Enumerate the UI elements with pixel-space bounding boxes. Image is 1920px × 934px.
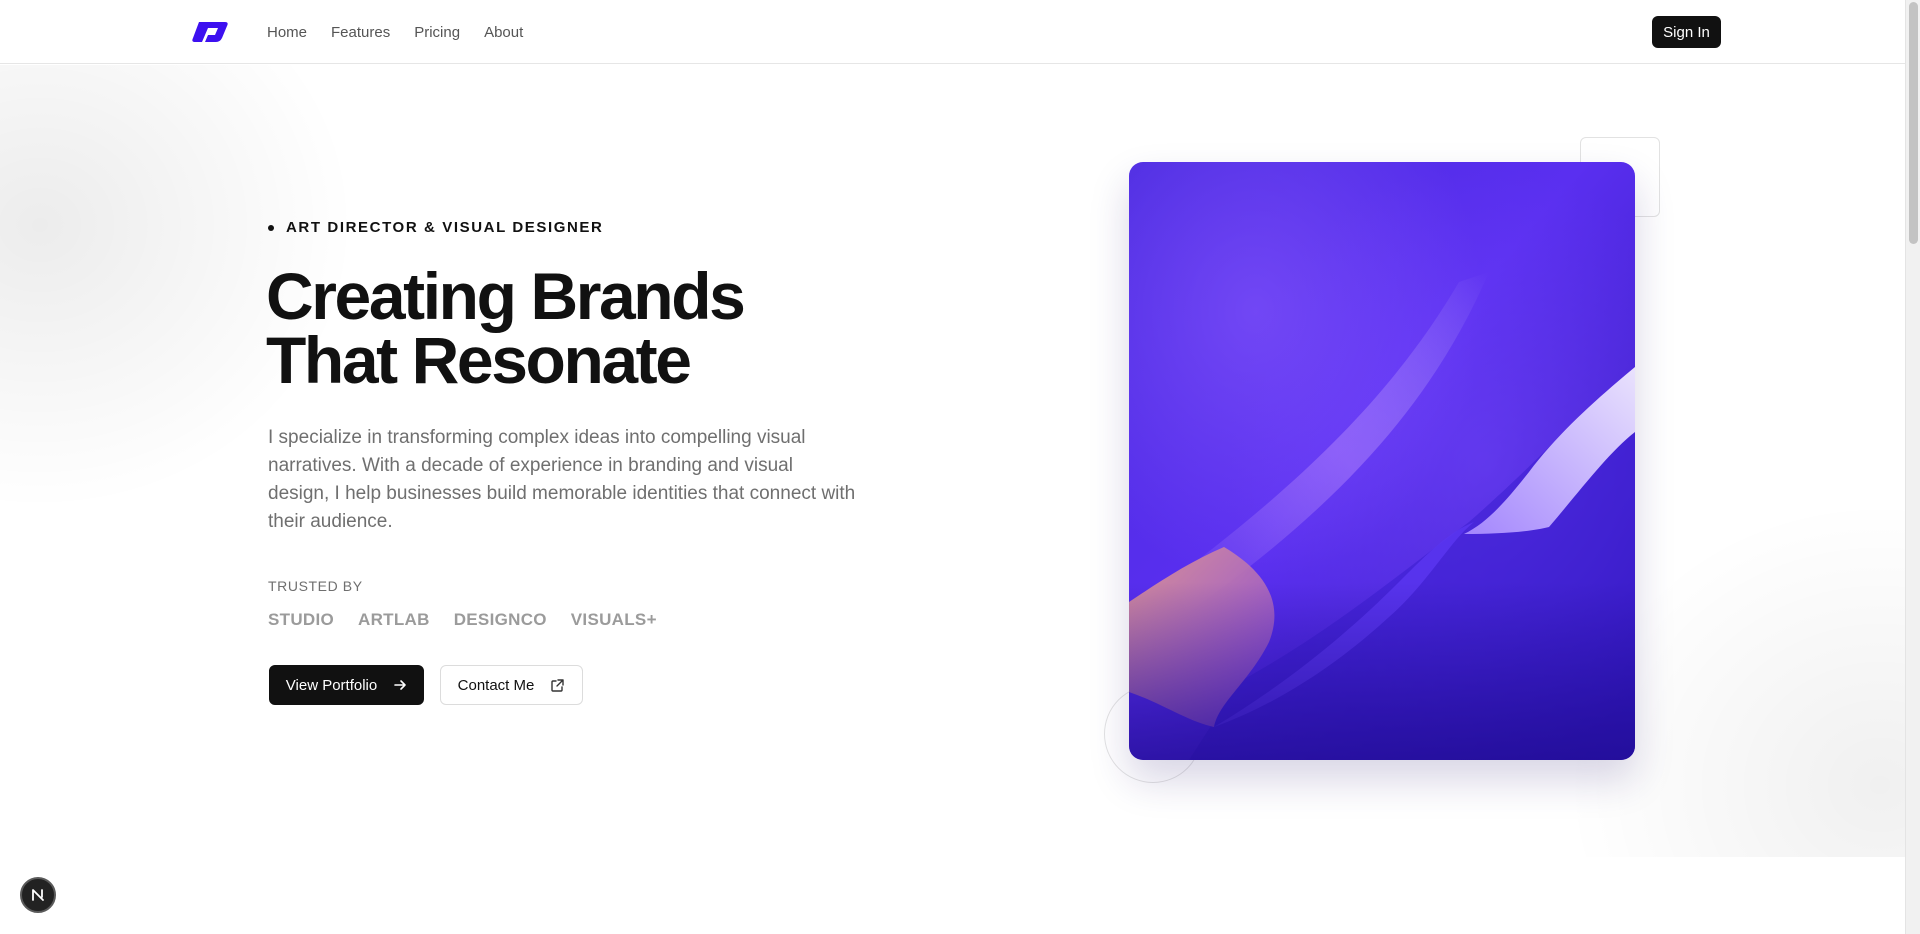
brand-designco: DESIGNCO bbox=[453, 610, 547, 629]
nextjs-icon bbox=[32, 889, 44, 901]
nav-link-pricing[interactable]: Pricing bbox=[414, 24, 460, 41]
hero-title: Creating Brands That Resonate bbox=[266, 259, 886, 397]
hero-section: ART DIRECTOR & VISUAL DESIGNER Creating … bbox=[0, 65, 1905, 857]
nav-link-about[interactable]: About bbox=[484, 24, 523, 41]
contact-me-button[interactable]: Contact Me bbox=[440, 665, 583, 705]
contact-me-label: Contact Me bbox=[457, 676, 535, 694]
hero-title-line-2: That Resonate bbox=[266, 323, 692, 397]
brand-studio: STUDIO bbox=[268, 610, 335, 629]
sign-in-button[interactable]: Sign In bbox=[1652, 16, 1721, 48]
trusted-by-label: TRUSTED BY bbox=[268, 578, 363, 594]
view-portfolio-button[interactable]: View Portfolio bbox=[269, 665, 424, 705]
eyebrow-text: ART DIRECTOR & VISUAL DESIGNER bbox=[286, 219, 604, 236]
arrow-right-icon bbox=[394, 680, 407, 690]
brand-visuals-plus: VISUALS+ bbox=[570, 610, 657, 629]
nav-links: Home Features Pricing About bbox=[267, 0, 523, 64]
scrollbar-thumb[interactable] bbox=[1909, 2, 1918, 244]
top-navbar: Home Features Pricing About Sign In bbox=[0, 0, 1905, 64]
bullet-dot-icon bbox=[268, 224, 274, 231]
trusted-brands: STUDIO ARTLAB DESIGNCO VISUALS+ bbox=[268, 610, 657, 630]
nextjs-dev-badge[interactable] bbox=[20, 877, 56, 913]
hero-description: I specialize in transforming complex ide… bbox=[268, 427, 856, 532]
page-scrollbar[interactable] bbox=[1905, 0, 1920, 934]
brand-artlab: ARTLAB bbox=[358, 610, 430, 629]
abstract-purple-wave-image bbox=[1129, 162, 1635, 760]
nav-link-features[interactable]: Features bbox=[331, 24, 390, 41]
brand-logo-icon[interactable] bbox=[191, 20, 229, 44]
hero-eyebrow: ART DIRECTOR & VISUAL DESIGNER bbox=[268, 219, 603, 236]
nav-link-home[interactable]: Home bbox=[267, 24, 307, 41]
hero-artwork bbox=[1129, 162, 1635, 760]
external-link-icon bbox=[551, 678, 565, 692]
view-portfolio-label: View Portfolio bbox=[285, 676, 378, 694]
hero-title-line-1: Creating Brands bbox=[266, 259, 746, 333]
